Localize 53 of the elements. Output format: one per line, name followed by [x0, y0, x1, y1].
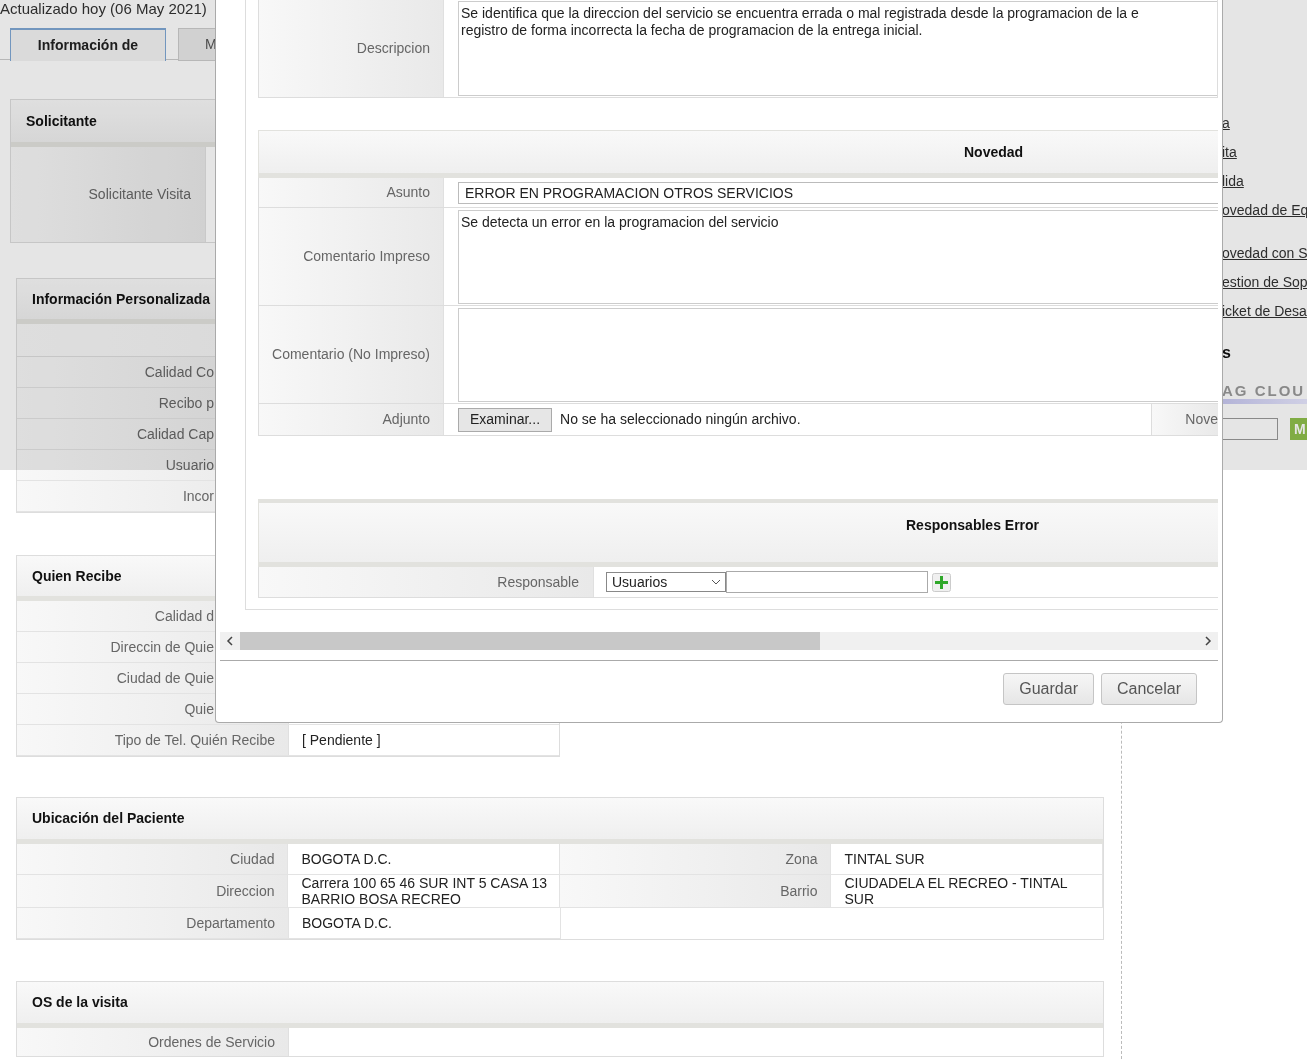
- field-label: Descripcion: [259, 0, 444, 97]
- field-value: CIUDADELA EL RECREO - TINTAL SUR: [831, 875, 1103, 908]
- field-label: Zona: [560, 844, 832, 875]
- sidebar-link[interactable]: lida: [1222, 171, 1244, 200]
- field-label: Adjunto: [259, 404, 444, 435]
- field-label: Nove: [1152, 404, 1218, 435]
- update-note: Actualizado hoy (06 May 2021): [0, 0, 207, 18]
- section-title: Información Personalizada: [32, 289, 211, 309]
- dialog-button[interactable]: Guardar: [1003, 673, 1094, 705]
- sidebar-link[interactable]: ovedad de Eq: [1222, 200, 1307, 229]
- sidebar-link[interactable]: estion de Sop: [1222, 272, 1307, 301]
- field-label: Comentario Impreso: [259, 208, 444, 305]
- field-value: TINTAL SUR: [831, 844, 1103, 875]
- subject-field[interactable]: ERROR EN PROGRAMACION OTROS SERVICIOS: [458, 181, 1218, 204]
- sidebar-link[interactable]: icket de Desa: [1222, 301, 1307, 330]
- section-title: OS de la visita: [32, 993, 128, 1012]
- field-label: Responsable: [259, 567, 594, 597]
- sidebar-heading: s: [1222, 343, 1231, 363]
- browse-button[interactable]: Examinar...: [458, 407, 553, 432]
- section-title: Solicitante: [26, 111, 97, 131]
- scrollbar-thumb[interactable]: [240, 632, 820, 650]
- field-label: Tipo de Tel. Quién Recibe: [17, 725, 289, 755]
- sidebar-link[interactable]: ovedad con S: [1222, 243, 1307, 272]
- field-label: Ciudad: [17, 844, 289, 875]
- field-label: Solicitante Visita: [11, 147, 206, 242]
- sidebar-link[interactable]: a: [1222, 113, 1230, 142]
- comment-textarea[interactable]: [458, 308, 1218, 402]
- sidebar-link[interactable]: ita: [1222, 142, 1237, 171]
- field-label: Ordenes de Servicio: [17, 1028, 289, 1056]
- field-value: BOGOTA D.C.: [289, 908, 561, 939]
- file-status: No se ha seleccionado ningún archivo.: [560, 410, 801, 429]
- chevron-down-icon: [711, 579, 721, 585]
- section-title: Responsables Error: [906, 516, 1040, 535]
- comment-textarea[interactable]: Se detecta un error en la programacion del servicio: [458, 210, 1218, 304]
- section-title: Quien Recibe: [32, 566, 122, 586]
- field-label: Direccion: [17, 875, 289, 908]
- tag-cloud-logo: AG CLOU: [1222, 383, 1306, 399]
- section-title: Ubicación del Paciente: [32, 809, 185, 828]
- field-value: BOGOTA D.C.: [288, 844, 560, 875]
- description-textarea[interactable]: Se identifica que la direccion del servicio se encuentra errada o mal registrada desde la programacion de la e registro de forma incorrecta la fecha de programacion de la entrega inicial.: [458, 1, 1217, 96]
- field-label: Comentario (No Impreso): [259, 306, 444, 403]
- field-label: Asunto: [259, 178, 444, 207]
- user-type-select[interactable]: Usuarios: [606, 572, 726, 592]
- horizontal-scrollbar[interactable]: [220, 632, 1218, 650]
- dialog-button[interactable]: Cancelar: [1100, 673, 1197, 705]
- tab[interactable]: Información de: [10, 28, 166, 61]
- field-value: Carrera 100 65 46 SUR INT 5 CASA 13 BARRIO BOSA RECREO: [288, 875, 560, 908]
- field-label: Departamento: [17, 908, 289, 939]
- section-title: Novedad: [964, 142, 1024, 162]
- field-label: Barrio: [560, 875, 832, 908]
- add-icon[interactable]: [932, 572, 951, 592]
- search-field[interactable]: [1222, 418, 1278, 440]
- user-field[interactable]: [726, 571, 928, 593]
